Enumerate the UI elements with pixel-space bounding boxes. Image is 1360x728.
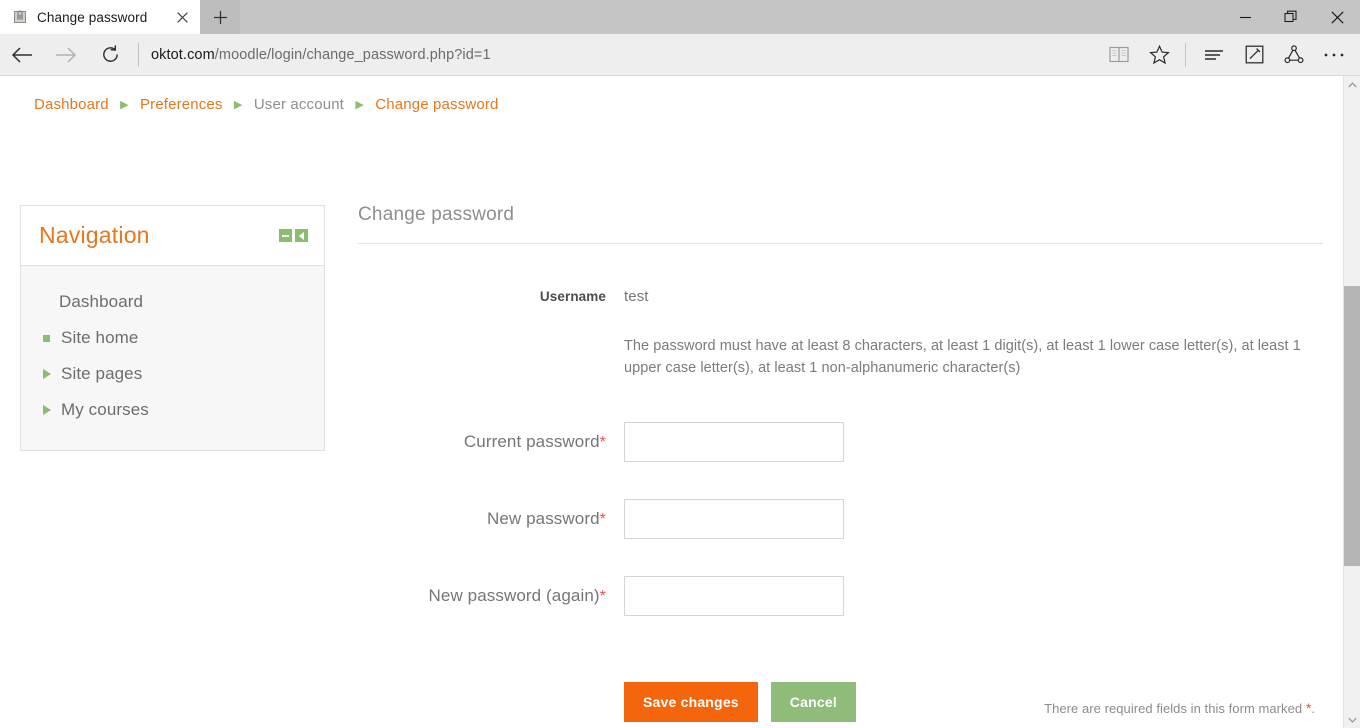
required-fields-note-suffix: . xyxy=(1311,701,1315,716)
new-password-again-label: New password (again)* xyxy=(358,576,606,617)
breadcrumb-item-preferences[interactable]: Preferences xyxy=(140,96,223,113)
username-field: test xyxy=(606,288,1323,306)
sidebar-item-dashboard[interactable]: Dashboard xyxy=(21,284,324,320)
minimize-button[interactable] xyxy=(1222,0,1268,34)
page-favicon-icon xyxy=(12,9,28,25)
window-controls xyxy=(1222,0,1360,34)
favorites-star-icon[interactable] xyxy=(1139,34,1179,76)
breadcrumb-item-change-password[interactable]: Change password xyxy=(375,96,498,113)
new-password-label-text: New password xyxy=(486,508,600,528)
sidebar-item-label: My courses xyxy=(61,400,149,419)
url-host: oktot.com xyxy=(151,46,215,63)
more-settings-icon[interactable] xyxy=(1314,34,1354,76)
username-value: test xyxy=(624,288,649,305)
url-path: /moodle/login/change_password.php?id=1 xyxy=(214,46,491,63)
reading-view-icon[interactable] xyxy=(1099,34,1139,76)
navigation-block-body: Dashboard Site home Site pages My course… xyxy=(21,266,324,450)
forward-arrow-icon[interactable] xyxy=(44,34,88,76)
username-label: Username xyxy=(539,289,606,304)
dock-block-icon[interactable] xyxy=(295,229,308,242)
moodle-page: Dashboard ▶ Preferences ▶ User account ▶… xyxy=(0,76,1343,728)
restore-button[interactable] xyxy=(1268,0,1314,34)
new-password-input[interactable] xyxy=(624,498,844,539)
current-password-label-text: Current password xyxy=(463,431,600,451)
navigation-block: Navigation Dashboard Site home Site page… xyxy=(20,205,325,451)
close-tab-icon[interactable] xyxy=(172,7,192,27)
breadcrumb: Dashboard ▶ Preferences ▶ User account ▶… xyxy=(34,96,498,113)
breadcrumb-separator-icon-3: ▶ xyxy=(355,99,364,111)
sidebar-item-site-pages[interactable]: Site pages xyxy=(21,356,324,392)
breadcrumb-item-dashboard[interactable]: Dashboard xyxy=(34,96,109,113)
password-policy-text: The password must have at least 8 charac… xyxy=(624,338,1301,377)
form-row-new-password-again: New password (again)* xyxy=(358,575,1323,617)
navigation-block-header: Navigation xyxy=(21,206,324,266)
form-row-policy: The password must have at least 8 charac… xyxy=(358,335,1323,380)
browser-toolbar: oktot.com/moodle/login/change_password.p… xyxy=(0,34,1360,76)
cancel-button[interactable]: Cancel xyxy=(770,681,856,722)
toolbar-actions xyxy=(1099,34,1360,76)
address-bar[interactable]: oktot.com/moodle/login/change_password.p… xyxy=(147,47,1099,63)
browser-window: Change password oktot.com/moodle/login/c… xyxy=(0,0,1360,728)
required-fields-note: There are required fields in this form m… xyxy=(1044,700,1315,716)
change-password-content: Change password Username test The passwo… xyxy=(358,204,1323,722)
form-row-new-password: New password* xyxy=(358,498,1323,540)
title-bar: Change password xyxy=(0,0,1360,34)
navigation-block-title: Navigation xyxy=(39,222,150,248)
page-viewport: Dashboard ▶ Preferences ▶ User account ▶… xyxy=(0,76,1360,728)
page-title: Change password xyxy=(358,204,1323,244)
refresh-icon[interactable] xyxy=(88,34,132,76)
sidebar-item-site-home[interactable]: Site home xyxy=(21,320,324,356)
scroll-down-arrow-icon[interactable] xyxy=(1344,711,1360,728)
save-changes-button[interactable]: Save changes xyxy=(624,681,758,722)
back-arrow-icon[interactable] xyxy=(0,34,44,76)
browser-tab[interactable]: Change password xyxy=(0,0,200,34)
form-row-username: Username test xyxy=(358,288,1323,306)
tab-title: Change password xyxy=(37,9,148,25)
web-note-icon[interactable] xyxy=(1234,34,1274,76)
new-password-again-label-text: New password (again) xyxy=(428,585,600,605)
new-password-field xyxy=(606,498,1323,539)
current-password-field xyxy=(606,421,1323,462)
current-password-input[interactable] xyxy=(624,421,844,462)
sidebar-item-label: Site home xyxy=(61,328,139,347)
password-policy-field: The password must have at least 8 charac… xyxy=(606,335,1323,380)
close-window-button[interactable] xyxy=(1314,0,1360,34)
toolbar-divider-2 xyxy=(1185,42,1186,67)
breadcrumb-separator-icon-2: ▶ xyxy=(233,99,243,111)
expand-triangle-icon-2[interactable] xyxy=(43,405,61,415)
scrollbar-thumb[interactable] xyxy=(1344,286,1360,566)
vertical-scrollbar[interactable] xyxy=(1343,76,1360,728)
hub-icon[interactable] xyxy=(1194,34,1234,76)
share-icon[interactable] xyxy=(1274,34,1314,76)
scroll-up-arrow-icon[interactable] xyxy=(1344,76,1360,93)
new-password-label: New password* xyxy=(358,499,606,540)
breadcrumb-separator-icon: ▶ xyxy=(120,99,129,111)
sidebar-item-my-courses[interactable]: My courses xyxy=(21,392,324,428)
new-password-again-field xyxy=(606,575,1323,616)
current-password-label: Current password* xyxy=(358,422,606,463)
nav-bullet-square-icon xyxy=(43,334,61,342)
collapse-block-icon[interactable] xyxy=(279,229,292,242)
form-row-current-password: Current password* xyxy=(358,421,1323,463)
new-password-again-input[interactable] xyxy=(624,575,844,616)
required-fields-note-text: There are required fields in this form m… xyxy=(1044,701,1303,716)
sidebar-item-label: Dashboard xyxy=(59,292,144,311)
navigation-block-actions xyxy=(279,229,308,242)
new-tab-button[interactable] xyxy=(200,0,240,34)
breadcrumb-item-user-account: User account xyxy=(253,96,345,113)
sidebar-item-label: Site pages xyxy=(61,364,143,383)
expand-triangle-icon[interactable] xyxy=(43,369,61,379)
toolbar-divider xyxy=(138,42,139,67)
